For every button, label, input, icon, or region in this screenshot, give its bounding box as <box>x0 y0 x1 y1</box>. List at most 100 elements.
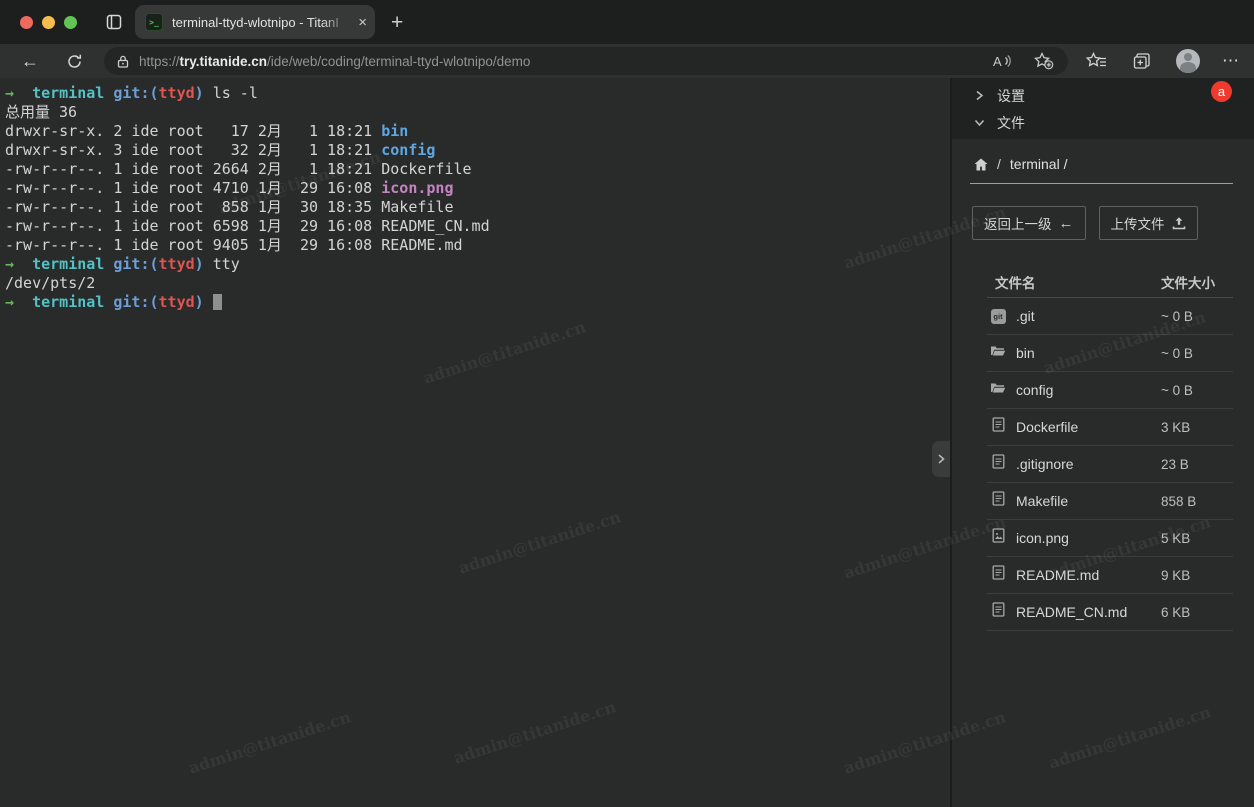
url-text: https://try.titanide.cn/ide/web/coding/t… <box>139 54 530 69</box>
section-files-label: 文件 <box>997 113 1025 133</box>
chevron-right-icon <box>936 453 946 465</box>
file-name[interactable]: README_CN.md <box>1016 604 1161 620</box>
terminal-line: 总用量 36 <box>5 103 950 122</box>
collections-icon[interactable] <box>1130 49 1154 73</box>
svg-text:A: A <box>993 54 1002 69</box>
file-size: 23 B <box>1161 457 1233 472</box>
titlebar: >_ terminal-ttyd-wlotnipo - TitanI × + <box>0 0 1254 44</box>
breadcrumb-divider <box>970 183 1233 184</box>
terminal-favicon-icon: >_ <box>145 13 163 31</box>
breadcrumb-separator: / <box>997 156 1001 172</box>
breadcrumb: / terminal / <box>952 153 1254 175</box>
go-up-label: 返回上一级 <box>984 213 1052 233</box>
terminal-line: → terminal git:(ttyd) ls -l <box>5 84 950 103</box>
file-name[interactable]: .git <box>1016 308 1161 324</box>
file-row[interactable]: .gitignore23 B <box>987 446 1233 483</box>
tab-title: terminal-ttyd-wlotnipo - TitanI <box>172 15 354 30</box>
file-icon <box>992 454 1005 474</box>
go-up-button[interactable]: 返回上一级 ← <box>972 206 1086 240</box>
file-name[interactable]: README.md <box>1016 567 1161 583</box>
file-row[interactable]: icon.png5 KB <box>987 520 1233 557</box>
file-icon <box>992 491 1005 511</box>
chevron-down-icon <box>973 116 989 129</box>
file-sidebar: 设置 文件 a / terminal / 返回上一级 ← <box>950 78 1254 807</box>
settings-more-icon[interactable]: ⋯ <box>1222 51 1240 71</box>
file-size: ~ 0 B <box>1161 383 1233 398</box>
file-row[interactable]: README.md9 KB <box>987 557 1233 594</box>
git-icon: git <box>991 309 1006 324</box>
terminal-line: -rw-r--r--. 1 ide root 2664 2月 1 18:21 D… <box>5 160 950 179</box>
terminal-cursor <box>213 294 222 310</box>
image-icon <box>992 528 1005 548</box>
terminal-line: → terminal git:(ttyd) tty <box>5 255 950 274</box>
navigation-toolbar: ← https://try.titanide.cn/ide/web/coding… <box>0 44 1254 78</box>
file-row[interactable]: git .git~ 0 B <box>987 298 1233 335</box>
close-window-button[interactable] <box>20 16 33 29</box>
file-icon <box>992 602 1005 622</box>
file-actions: 返回上一级 ← 上传文件 <box>972 206 1254 240</box>
terminal-line: drwxr-sr-x. 2 ide root 17 2月 1 18:21 bin <box>5 122 950 141</box>
file-table-header: 文件名 文件大小 <box>987 266 1233 298</box>
url-host: try.titanide.cn <box>180 54 268 69</box>
tab-actions-icon[interactable] <box>103 11 125 33</box>
profile-avatar[interactable] <box>1176 49 1200 73</box>
user-badge[interactable]: a <box>1211 81 1232 102</box>
tab-close-icon[interactable]: × <box>358 15 367 30</box>
upload-button[interactable]: 上传文件 <box>1099 206 1198 240</box>
breadcrumb-current[interactable]: terminal / <box>1010 156 1068 172</box>
new-tab-button[interactable]: + <box>391 12 403 33</box>
file-name[interactable]: Makefile <box>1016 493 1161 509</box>
terminal-line: -rw-r--r--. 1 ide root 858 1月 30 18:35 M… <box>5 198 950 217</box>
section-settings-label: 设置 <box>997 86 1025 106</box>
address-bar[interactable]: https://try.titanide.cn/ide/web/coding/t… <box>104 47 1068 75</box>
upload-label: 上传文件 <box>1111 213 1165 233</box>
lock-icon <box>116 54 130 69</box>
arrow-left-icon: ← <box>1059 216 1074 231</box>
upload-icon <box>1172 216 1186 230</box>
toolbar-icons: ⋯ <box>1084 49 1240 73</box>
section-settings[interactable]: 设置 <box>952 82 1254 109</box>
file-size: 3 KB <box>1161 420 1233 435</box>
file-name[interactable]: bin <box>1016 345 1161 361</box>
back-button[interactable]: ← <box>18 49 42 73</box>
folder-icon <box>990 344 1006 363</box>
file-row[interactable]: Makefile858 B <box>987 483 1233 520</box>
terminal[interactable]: → terminal git:(ttyd) ls -l总用量 36drwxr-s… <box>0 78 950 807</box>
file-name[interactable]: Dockerfile <box>1016 419 1161 435</box>
file-size: ~ 0 B <box>1161 309 1233 324</box>
add-favorite-icon[interactable] <box>1032 49 1056 73</box>
file-row[interactable]: config~ 0 B <box>987 372 1233 409</box>
terminal-line: -rw-r--r--. 1 ide root 4710 1月 29 16:08 … <box>5 179 950 198</box>
home-icon[interactable] <box>973 157 989 172</box>
read-aloud-icon[interactable]: A <box>990 49 1014 73</box>
url-path: /ide/web/coding/terminal-ttyd-wlotnipo/d… <box>267 54 530 69</box>
folder-icon <box>990 381 1006 400</box>
header-file-size: 文件大小 <box>1161 272 1233 292</box>
panel-header: 设置 文件 a <box>952 78 1254 139</box>
file-name[interactable]: config <box>1016 382 1161 398</box>
url-scheme: https:// <box>139 54 180 69</box>
file-name[interactable]: icon.png <box>1016 530 1161 546</box>
file-row[interactable]: Dockerfile3 KB <box>987 409 1233 446</box>
header-file-name: 文件名 <box>987 272 1161 292</box>
active-tab[interactable]: >_ terminal-ttyd-wlotnipo - TitanI × <box>135 5 375 39</box>
terminal-line: drwxr-sr-x. 3 ide root 32 2月 1 18:21 con… <box>5 141 950 160</box>
file-size: 6 KB <box>1161 605 1233 620</box>
file-row[interactable]: README_CN.md6 KB <box>987 594 1233 631</box>
avatar-person-icon <box>1184 53 1192 61</box>
sidebar-collapse-handle[interactable] <box>932 441 950 477</box>
terminal-line: -rw-r--r--. 1 ide root 6598 1月 29 16:08 … <box>5 217 950 236</box>
file-row[interactable]: bin~ 0 B <box>987 335 1233 372</box>
refresh-button[interactable] <box>62 49 86 73</box>
file-name[interactable]: .gitignore <box>1016 456 1161 472</box>
favorites-icon[interactable] <box>1084 49 1108 73</box>
window-controls <box>20 16 77 29</box>
file-icon <box>992 417 1005 437</box>
terminal-line: /dev/pts/2 <box>5 274 950 293</box>
section-files[interactable]: 文件 <box>952 109 1254 136</box>
minimize-window-button[interactable] <box>42 16 55 29</box>
fullscreen-window-button[interactable] <box>64 16 77 29</box>
file-icon <box>992 565 1005 585</box>
file-size: 9 KB <box>1161 568 1233 583</box>
terminal-line: -rw-r--r--. 1 ide root 9405 1月 29 16:08 … <box>5 236 950 255</box>
